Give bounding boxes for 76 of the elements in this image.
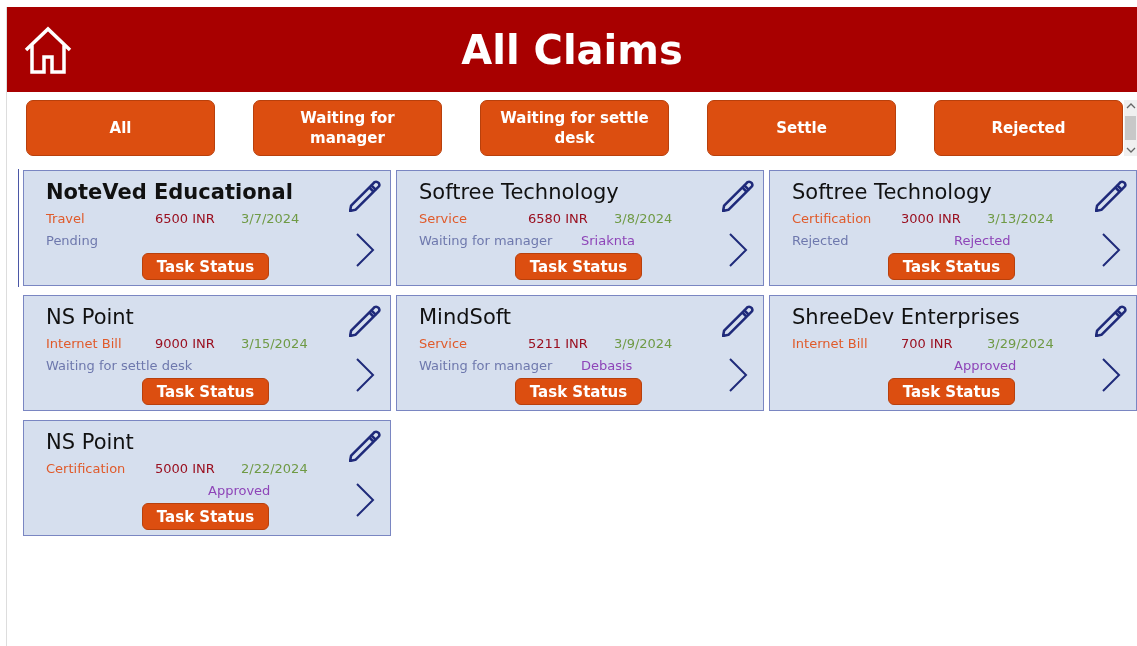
edit-icon[interactable] (349, 430, 381, 462)
claim-amount: 3000 INR (901, 210, 962, 226)
edit-icon[interactable] (722, 180, 754, 212)
company-name: Softree Technology (792, 180, 993, 206)
chevron-right-icon[interactable] (728, 233, 748, 267)
claim-card[interactable]: Softree Technology Certification 3000 INR 3/13/2024 Rejected Rejected Task Status (769, 170, 1137, 286)
company-name: NS Point (46, 305, 135, 331)
task-status-button[interactable]: Task Status (142, 253, 269, 280)
filter-button[interactable]: All (26, 100, 215, 156)
claim-card[interactable]: Softree Technology Service 6580 INR 3/8/2024 Waiting for manager Sriaknta Task Status (396, 170, 764, 286)
approver-name: Rejected (954, 232, 1011, 248)
edit-icon[interactable] (349, 305, 381, 337)
company-name: ShreeDev Enterprises (792, 305, 1021, 331)
claim-category: Certification (46, 460, 127, 476)
chevron-right-icon[interactable] (1101, 233, 1121, 267)
claim-amount: 5211 INR (528, 335, 589, 351)
claim-date: 3/9/2024 (614, 335, 673, 351)
chevron-right-icon[interactable] (355, 483, 375, 517)
company-name: NoteVed Educational (46, 180, 294, 206)
edit-icon[interactable] (722, 305, 754, 337)
task-status-button[interactable]: Task Status (142, 378, 269, 405)
approver-name: Sriaknta (581, 232, 635, 248)
edit-icon[interactable] (1095, 180, 1127, 212)
edit-icon[interactable] (1095, 305, 1127, 337)
claim-category: Travel (46, 210, 86, 226)
claim-card[interactable]: MindSoft Service 5211 INR 3/9/2024 Waiting for manager Debasis Task Status (396, 295, 764, 411)
filter-button[interactable]: Rejected (934, 100, 1123, 156)
filter-button[interactable]: Waiting for settle desk (480, 100, 669, 156)
claim-status: Pending (46, 232, 99, 248)
company-name: Softree Technology (419, 180, 620, 206)
approver-name: Approved (954, 357, 1017, 373)
claim-date: 3/7/2024 (241, 210, 300, 226)
filter-button[interactable]: Settle (707, 100, 896, 156)
company-name: NS Point (46, 430, 135, 456)
approver-name: Debasis (581, 357, 633, 373)
claim-amount: 700 INR (901, 335, 954, 351)
claim-date: 3/29/2024 (987, 335, 1054, 351)
chevron-right-icon[interactable] (1101, 358, 1121, 392)
scroll-thumb[interactable] (1125, 116, 1136, 140)
claim-category: Certification (792, 210, 873, 226)
claim-category: Internet Bill (792, 335, 869, 351)
task-status-button[interactable]: Task Status (142, 503, 269, 530)
chevron-right-icon[interactable] (728, 358, 748, 392)
claim-status: Rejected (792, 232, 850, 248)
task-status-button[interactable]: Task Status (888, 378, 1015, 405)
claim-card[interactable]: NS Point Certification 5000 INR 2/22/2024 Approved Task Status (23, 420, 391, 536)
claim-amount: 5000 INR (155, 460, 216, 476)
claim-card[interactable]: NS Point Internet Bill 9000 INR 3/15/2024 Waiting for settle desk Task Status (23, 295, 391, 411)
claim-amount: 6580 INR (528, 210, 589, 226)
edit-icon[interactable] (349, 180, 381, 212)
claim-date: 3/15/2024 (241, 335, 308, 351)
scroll-up-icon[interactable] (1125, 103, 1136, 109)
claim-amount: 9000 INR (155, 335, 216, 351)
claim-status: Waiting for manager (419, 232, 554, 248)
company-name: MindSoft (419, 305, 513, 331)
page-title: All Claims (461, 26, 683, 73)
task-status-button[interactable]: Task Status (888, 253, 1015, 280)
claim-status: Waiting for manager (419, 357, 554, 373)
claim-category: Service (419, 335, 469, 351)
task-status-button[interactable]: Task Status (515, 253, 642, 280)
claim-category: Internet Bill (46, 335, 123, 351)
claim-card[interactable]: ShreeDev Enterprises Internet Bill 700 INR 3/29/2024 Approved Task Status (769, 295, 1137, 411)
claim-amount: 6500 INR (155, 210, 216, 226)
claim-date: 2/22/2024 (241, 460, 308, 476)
claim-category: Service (419, 210, 469, 226)
scrollbar[interactable] (1124, 100, 1137, 156)
chevron-right-icon[interactable] (355, 233, 375, 267)
approver-name: Approved (208, 482, 271, 498)
chevron-right-icon[interactable] (355, 358, 375, 392)
task-status-button[interactable]: Task Status (515, 378, 642, 405)
filter-button[interactable]: Waiting for manager (253, 100, 442, 156)
claim-date: 3/8/2024 (614, 210, 673, 226)
claim-date: 3/13/2024 (987, 210, 1054, 226)
scroll-down-icon[interactable] (1125, 147, 1136, 153)
home-icon[interactable] (23, 25, 73, 75)
claim-status: Waiting for settle desk (46, 357, 194, 373)
